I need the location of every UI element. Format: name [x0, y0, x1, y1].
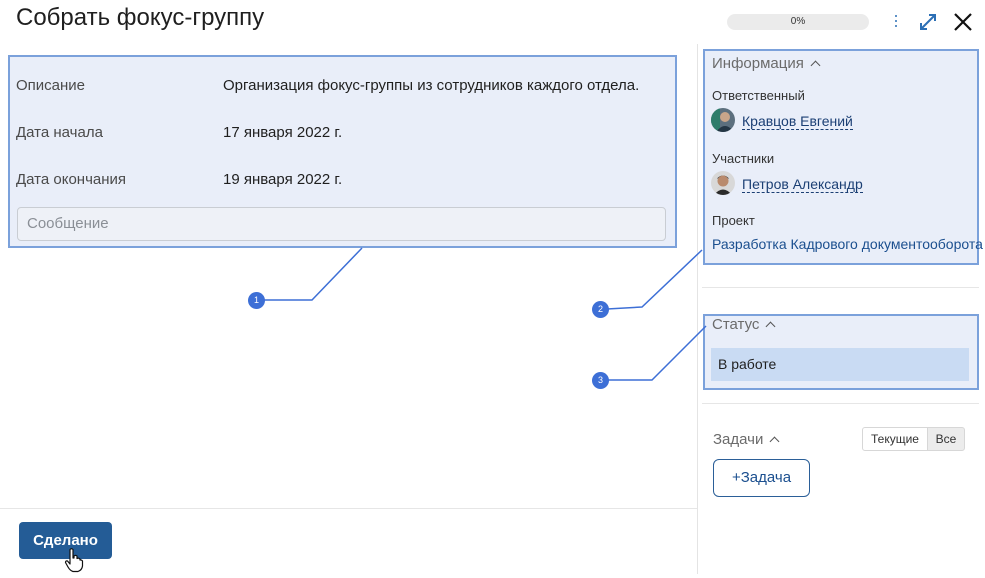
- callout-badge-2: 2: [592, 301, 609, 318]
- callout-connectors: [263, 247, 707, 381]
- callout-badge-3: 3: [592, 372, 609, 389]
- callout-badge-1: 1: [248, 292, 265, 309]
